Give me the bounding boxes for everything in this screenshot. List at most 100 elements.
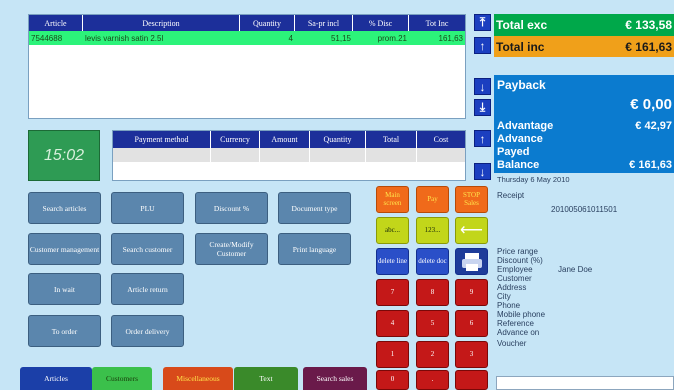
key-4[interactable]: 4 <box>376 310 409 337</box>
advantage-label: Advantage <box>497 120 554 132</box>
customer-label: Customer <box>497 274 532 283</box>
scroll-down-bottom-icon[interactable]: ⤓ <box>474 99 491 116</box>
total-exc-row: Total exc € 133,58 <box>494 14 674 36</box>
payback-panel: Payback € 0,00 Advantage € 42,97 Advance… <box>494 75 674 173</box>
payment-scroll-down-icon[interactable]: ↓ <box>474 163 491 180</box>
numeric-button[interactable]: 123... <box>416 217 449 244</box>
key-5[interactable]: 5 <box>416 310 449 337</box>
discount-button[interactable]: Discount % <box>195 192 268 224</box>
col-quantity: Quantity <box>240 15 295 31</box>
abc-button[interactable]: abc... <box>376 217 409 244</box>
tab-text[interactable]: Text <box>234 367 298 390</box>
document-type-button[interactable]: Document type <box>278 192 351 224</box>
cell-disc: prom.21 <box>377 33 407 43</box>
tab-articles[interactable]: Articles <box>20 367 92 390</box>
payment-table[interactable]: Payment method Currency Amount Quantity … <box>112 130 466 181</box>
scroll-up-top-icon[interactable]: ⤒ <box>474 14 491 31</box>
delete-doc-button[interactable]: delete doc <box>416 248 449 275</box>
cell-price: 51,15 <box>330 33 351 43</box>
customer-management-button[interactable]: Customer management <box>28 233 101 265</box>
total-inc-value: € 161,63 <box>625 39 672 54</box>
tab-search-sales[interactable]: Search sales <box>303 367 367 390</box>
payment-scroll-up-icon[interactable]: ↑ <box>474 130 491 147</box>
payback-label: Payback <box>497 78 546 92</box>
key-blank[interactable] <box>455 370 488 390</box>
scroll-up-icon[interactable]: ↑ <box>474 37 491 54</box>
order-delivery-button[interactable]: Order delivery <box>111 315 184 347</box>
col-currency: Currency <box>211 131 260 148</box>
cell-total: 161,63 <box>438 33 463 43</box>
voucher-input[interactable] <box>496 376 674 390</box>
advance-on-label: Advance on <box>497 328 540 337</box>
in-wait-button[interactable]: In wait <box>28 273 101 305</box>
phone-label: Phone <box>497 301 521 310</box>
article-return-button[interactable]: Article return <box>111 273 184 305</box>
col-total: Tot Inc <box>425 18 449 28</box>
price-range-label: Price range <box>497 247 538 256</box>
col-article: Article <box>29 15 83 31</box>
voucher-label: Voucher <box>497 339 527 348</box>
current-date: Thursday 6 May 2010 <box>497 175 570 184</box>
cell-quantity: 4 <box>288 33 293 43</box>
search-articles-button[interactable]: Search articles <box>28 192 101 224</box>
col-description: Description <box>83 15 240 31</box>
key-0[interactable]: 0 <box>376 370 409 390</box>
enter-arrow-icon[interactable]: ⟵ <box>455 217 488 244</box>
discount-label: Discount (%) <box>497 256 543 265</box>
key-6[interactable]: 6 <box>455 310 488 337</box>
tab-customers[interactable]: Customers <box>92 367 152 390</box>
plu-button[interactable]: PLU <box>111 192 184 224</box>
articles-table-header: Article Description Quantity Sa-pr incl … <box>29 15 465 31</box>
key-1[interactable]: 1 <box>376 341 409 368</box>
col-quantity: Quantity <box>310 131 366 148</box>
payed-label: Payed <box>497 146 530 158</box>
scroll-down-icon[interactable]: ↓ <box>474 78 491 95</box>
mobile-phone-label: Mobile phone <box>497 310 546 319</box>
col-payment-method: Payment method <box>113 131 211 148</box>
payment-table-header: Payment method Currency Amount Quantity … <box>113 131 465 148</box>
pay-button[interactable]: Pay <box>416 186 449 213</box>
col-total: Total <box>366 131 417 148</box>
receipt-label: Receipt <box>497 191 525 200</box>
balance-value: € 161,63 <box>629 159 672 171</box>
search-customer-button[interactable]: Search customer <box>111 233 184 265</box>
stop-sales-button[interactable]: STOP Sales <box>455 186 488 213</box>
balance-label: Balance <box>497 159 540 171</box>
articles-table[interactable]: Article Description Quantity Sa-pr incl … <box>28 14 466 119</box>
total-inc-label: Total inc <box>496 39 545 54</box>
employee-value: Jane Doe <box>558 265 593 274</box>
total-exc-label: Total exc <box>496 18 548 32</box>
employee-label: Employee <box>497 265 533 274</box>
receipt-number: 201005061011501 <box>551 205 618 214</box>
print-language-button[interactable]: Print language <box>278 233 351 265</box>
table-row[interactable]: 7544688 levis varnish satin 2.5l 4 51,15… <box>29 31 465 45</box>
clock-display: 15:02 <box>28 130 100 181</box>
city-label: City <box>497 292 511 301</box>
printer-icon[interactable] <box>455 248 488 275</box>
advantage-value: € 42,97 <box>635 120 672 132</box>
col-price: Sa-pr incl <box>295 15 353 31</box>
total-exc-value: € 133,58 <box>625 18 672 32</box>
delete-line-button[interactable]: delete line <box>376 248 409 275</box>
tab-miscellaneous[interactable]: Miscellaneous <box>163 367 233 390</box>
key-9[interactable]: 9 <box>455 279 488 306</box>
col-disc: % Disc <box>353 15 409 31</box>
key-dot[interactable]: . <box>416 370 449 390</box>
col-cost: Cost <box>433 135 449 144</box>
main-screen-button[interactable]: Main screen <box>376 186 409 213</box>
address-label: Address <box>497 283 527 292</box>
col-amount: Amount <box>260 131 310 148</box>
key-2[interactable]: 2 <box>416 341 449 368</box>
key-7[interactable]: 7 <box>376 279 409 306</box>
payback-value: € 0,00 <box>630 96 672 113</box>
payment-row[interactable] <box>113 148 465 162</box>
create-modify-customer-button[interactable]: Create/Modify Customer <box>195 233 268 265</box>
cell-article: 7544688 <box>31 33 63 43</box>
to-order-button[interactable]: To order <box>28 315 101 347</box>
key-3[interactable]: 3 <box>455 341 488 368</box>
reference-label: Reference <box>497 319 534 328</box>
cell-description: levis varnish satin 2.5l <box>85 33 164 43</box>
advance-label: Advance <box>497 133 543 145</box>
total-inc-row: Total inc € 161,63 <box>494 36 674 57</box>
key-8[interactable]: 8 <box>416 279 449 306</box>
